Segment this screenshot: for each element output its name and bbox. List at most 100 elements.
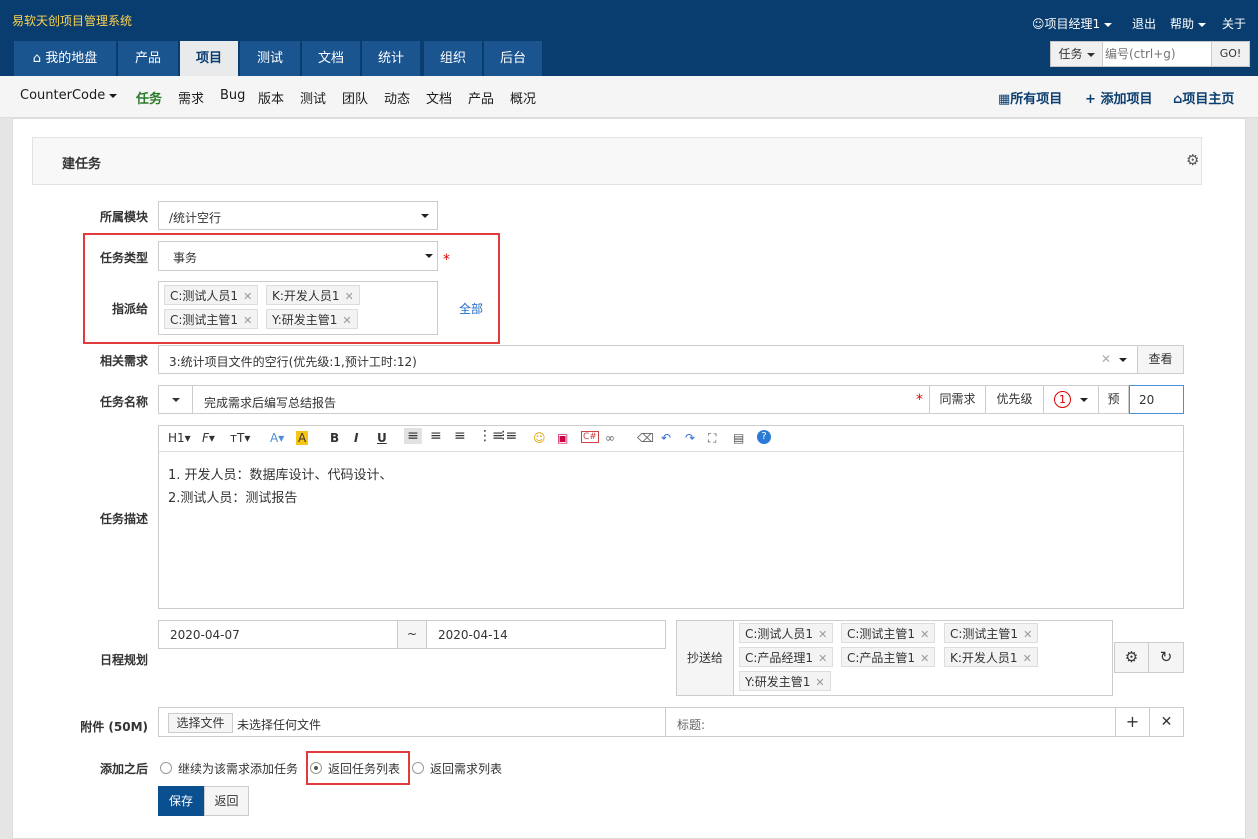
- color-picker[interactable]: [158, 385, 193, 414]
- module-select[interactable]: /统计空行: [158, 201, 438, 230]
- project-home-link[interactable]: ⌂项目主页: [1173, 88, 1234, 107]
- assign-chip[interactable]: C:测试人员1 ✕: [164, 285, 259, 305]
- help-menu[interactable]: 帮助: [1170, 15, 1207, 32]
- tab-admin[interactable]: 后台: [484, 41, 542, 76]
- required-mark: *: [443, 252, 450, 268]
- start-date-input[interactable]: 2020-04-07: [158, 620, 398, 649]
- refresh-icon[interactable]: ↻: [1148, 642, 1184, 673]
- paste-icon[interactable]: ▤: [733, 431, 744, 445]
- assign-chip[interactable]: Y:研发主管1 ✕: [266, 309, 358, 329]
- font-size-icon[interactable]: тT▾: [230, 431, 250, 445]
- subnav-view[interactable]: 概况: [510, 88, 536, 107]
- end-date-input[interactable]: 2020-04-14: [426, 620, 666, 649]
- task-name-input[interactable]: 完成需求后编写总结报告 *: [192, 385, 930, 414]
- about-link[interactable]: 关于: [1222, 15, 1246, 32]
- cc-chip[interactable]: C:测试主管1 ✕: [841, 623, 936, 643]
- tab-stat[interactable]: 统计: [362, 41, 420, 76]
- cc-chip[interactable]: Y:研发主管1 ✕: [739, 671, 831, 691]
- eraser-icon[interactable]: ⌫: [637, 431, 654, 445]
- image-icon[interactable]: ▣: [557, 431, 568, 445]
- add-file-icon[interactable]: +: [1115, 707, 1150, 737]
- subnav-build[interactable]: 版本: [258, 88, 284, 107]
- after-radio[interactable]: [160, 762, 172, 774]
- align-center-icon[interactable]: ≡: [430, 428, 442, 444]
- fullscreen-icon[interactable]: ⛶: [708, 431, 716, 446]
- search-input[interactable]: [1105, 44, 1209, 64]
- task-type-select[interactable]: 事务: [158, 241, 438, 271]
- user-name: 项目经理1: [1044, 17, 1101, 31]
- cc-chip[interactable]: C:产品主管1 ✕: [841, 647, 936, 667]
- cc-chip[interactable]: C:测试人员1 ✕: [739, 623, 834, 643]
- add-project-link[interactable]: + 添加项目: [1085, 88, 1152, 107]
- save-button[interactable]: 保存: [158, 786, 204, 816]
- subnav-dynamic[interactable]: 动态: [384, 88, 410, 107]
- gear-icon[interactable]: ⚙: [1186, 151, 1199, 169]
- after-radio[interactable]: [310, 762, 322, 774]
- link-icon[interactable]: ∞: [605, 431, 615, 445]
- subnav-bug[interactable]: Bug: [220, 88, 245, 103]
- bold-icon[interactable]: B: [330, 431, 339, 445]
- file-title-input[interactable]: 标题:: [665, 707, 1116, 737]
- align-left-icon[interactable]: ≡: [404, 428, 422, 444]
- user-menu[interactable]: ☺项目经理1: [1032, 15, 1113, 32]
- clear-icon[interactable]: ✕: [1101, 352, 1111, 366]
- after-option[interactable]: 继续为该需求添加任务: [178, 760, 298, 777]
- remove-icon: ✕: [1023, 628, 1033, 641]
- code-icon[interactable]: C#: [581, 431, 599, 443]
- priority-select[interactable]: 1: [1043, 385, 1099, 414]
- desc-editor[interactable]: [158, 425, 1184, 609]
- assign-chip[interactable]: K:开发人员1 ✕: [266, 285, 360, 305]
- task-name-value: 完成需求后编写总结报告: [204, 396, 337, 410]
- back-button[interactable]: 返回: [204, 786, 249, 816]
- search-go-button[interactable]: GO!: [1211, 42, 1249, 66]
- after-option[interactable]: 返回任务列表: [328, 760, 400, 777]
- settings-icon[interactable]: ⚙: [1114, 642, 1149, 673]
- redo-icon[interactable]: ↷: [685, 431, 695, 445]
- assign-chip[interactable]: C:测试主管1 ✕: [164, 309, 259, 329]
- story-value: 3:统计项目文件的空行(优先级:1,预计工时:12): [169, 355, 417, 369]
- underline-icon[interactable]: U: [377, 431, 387, 445]
- remove-file-icon[interactable]: ✕: [1149, 707, 1184, 737]
- align-right-icon[interactable]: ≡: [454, 428, 466, 444]
- tab-project[interactable]: 项目: [180, 41, 238, 76]
- tab-test[interactable]: 测试: [240, 41, 300, 76]
- subnav-doc[interactable]: 文档: [426, 88, 452, 107]
- tab-doc[interactable]: 文档: [302, 41, 360, 76]
- desc-line: 2.测试人员：测试报告: [168, 491, 298, 506]
- help-icon[interactable]: ?: [757, 430, 771, 444]
- italic-icon[interactable]: I: [354, 431, 358, 445]
- tab-product[interactable]: 产品: [118, 41, 178, 76]
- after-radio[interactable]: [412, 762, 424, 774]
- cc-chip[interactable]: C:产品经理1 ✕: [739, 647, 834, 667]
- search-type-select[interactable]: 任务: [1051, 42, 1103, 66]
- after-option[interactable]: 返回需求列表: [430, 760, 502, 777]
- font-family-icon[interactable]: F▾: [202, 431, 215, 445]
- plus-icon: +: [1085, 92, 1096, 107]
- undo-icon[interactable]: ↶: [661, 431, 671, 445]
- tab-my[interactable]: ⌂ 我的地盘: [14, 41, 116, 76]
- font-color-icon[interactable]: A▾: [270, 431, 284, 445]
- subnav-team[interactable]: 团队: [342, 88, 368, 107]
- bullet-list-icon[interactable]: ⁝≡: [501, 428, 517, 444]
- story-select[interactable]: 3:统计项目文件的空行(优先级:1,预计工时:12) ✕: [158, 345, 1138, 374]
- view-story-button[interactable]: 查看: [1137, 345, 1184, 374]
- subnav-story[interactable]: 需求: [178, 88, 204, 107]
- subnav-task[interactable]: 任务: [136, 88, 162, 107]
- choose-file-button[interactable]: 选择文件: [168, 713, 233, 733]
- ordered-list-icon[interactable]: ⋮≡: [478, 428, 504, 444]
- remove-icon: ✕: [920, 652, 930, 665]
- heading-icon[interactable]: H1▾: [168, 431, 191, 445]
- cc-chip[interactable]: C:测试主管1 ✕: [944, 623, 1039, 643]
- project-switcher[interactable]: CounterCode: [20, 88, 118, 103]
- cc-chip[interactable]: K:开发人员1 ✕: [944, 647, 1038, 667]
- highlight-color-icon[interactable]: A: [296, 431, 309, 445]
- same-story-button[interactable]: 同需求: [929, 385, 986, 414]
- subnav-test[interactable]: 测试: [300, 88, 326, 107]
- logout-link[interactable]: 退出: [1132, 15, 1156, 32]
- assign-all-link[interactable]: 全部: [459, 300, 483, 317]
- all-projects-link[interactable]: ▦所有项目: [998, 88, 1062, 107]
- subnav-product[interactable]: 产品: [468, 88, 494, 107]
- tab-org[interactable]: 组织: [424, 41, 482, 76]
- emoji-icon[interactable]: ☺: [533, 431, 546, 445]
- estimate-input[interactable]: 20: [1129, 385, 1184, 414]
